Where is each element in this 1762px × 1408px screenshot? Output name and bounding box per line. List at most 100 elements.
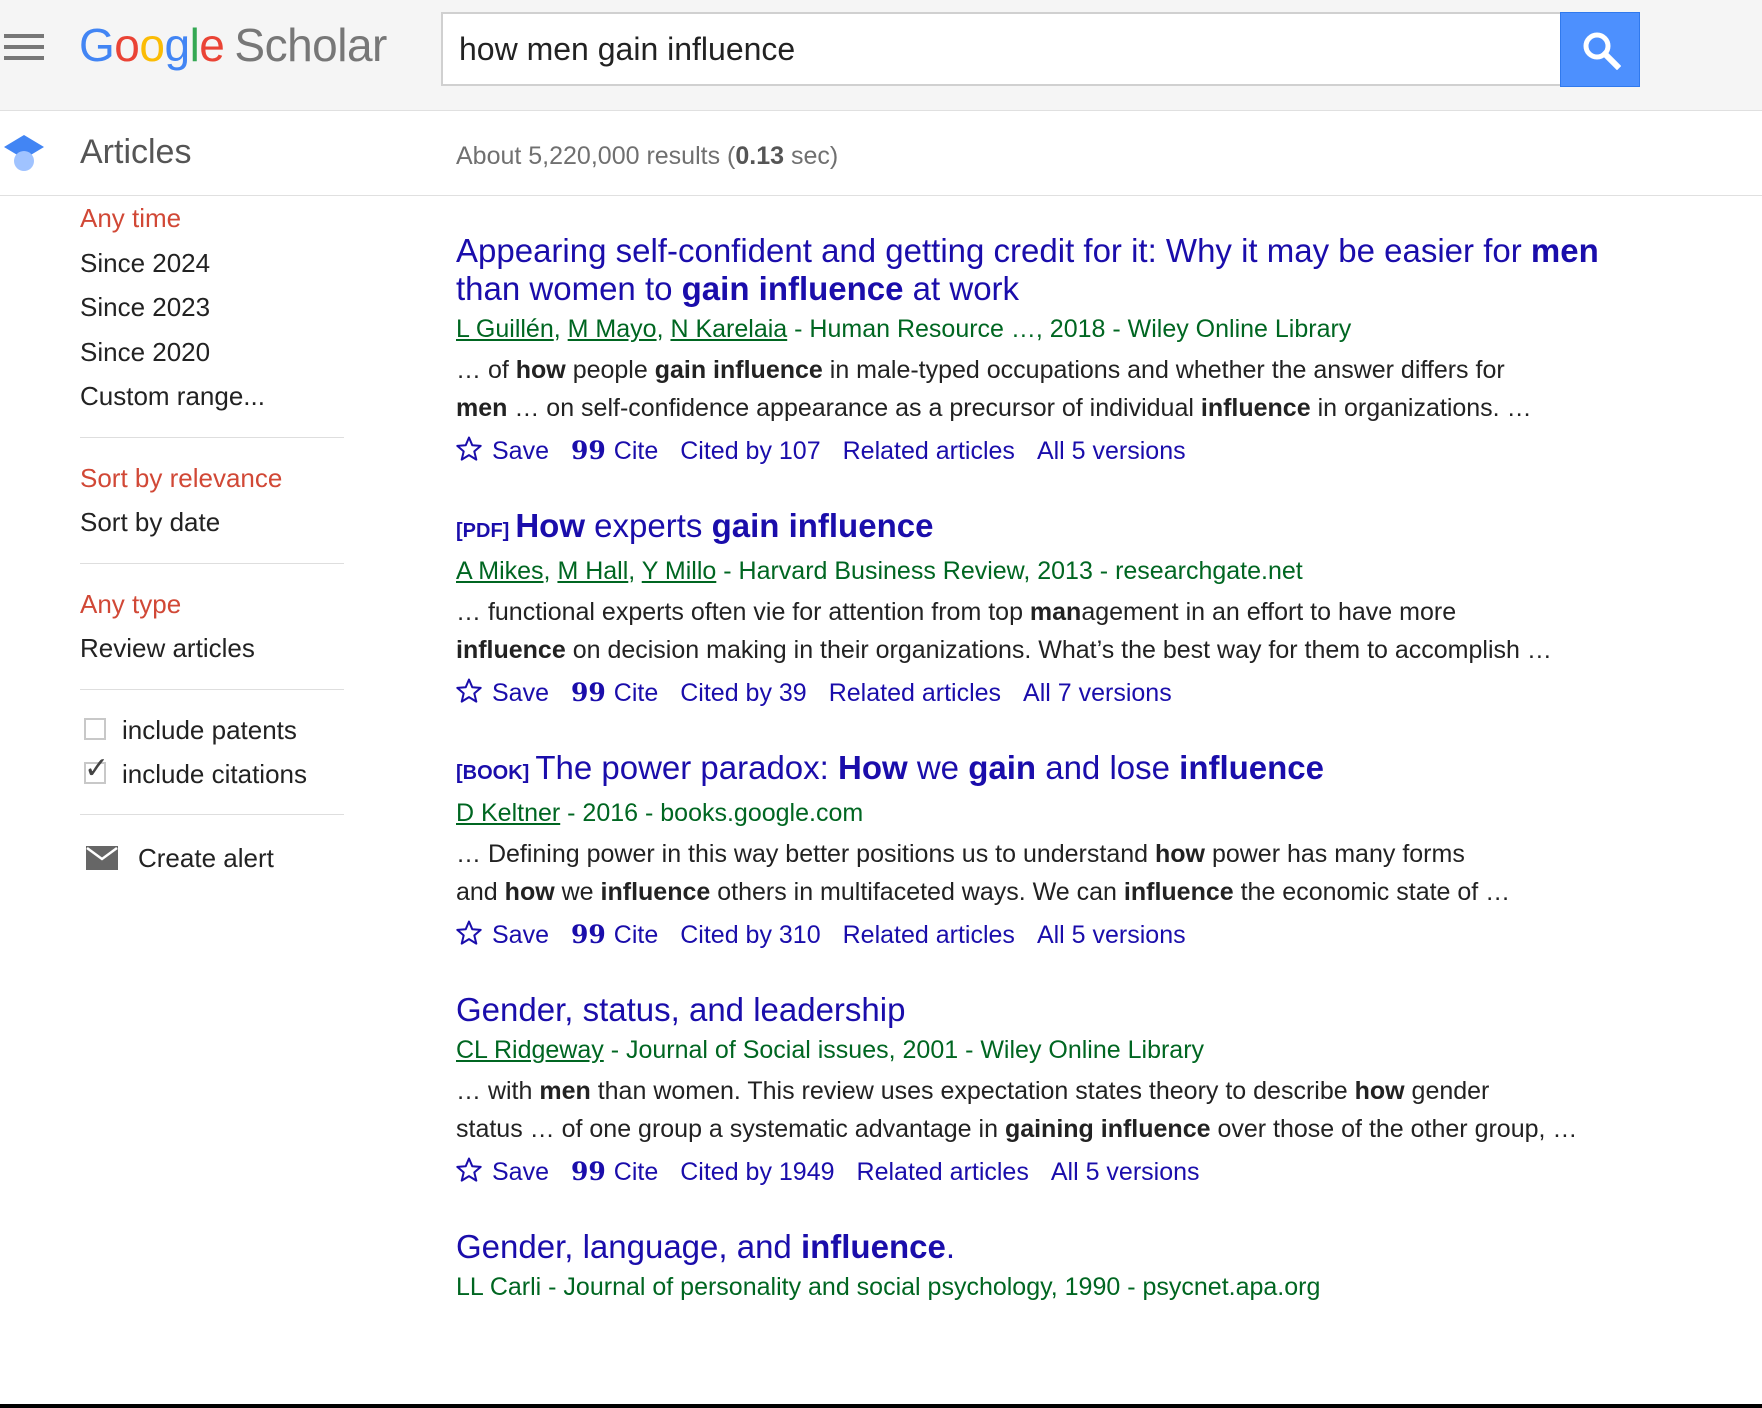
sort-by-relevance[interactable]: Sort by relevance — [80, 456, 344, 501]
save-label: Save — [492, 921, 549, 949]
filter-any-type[interactable]: Any type — [80, 582, 344, 627]
text-run: than women. This review uses expectation… — [590, 1077, 1355, 1105]
save-button[interactable]: Save — [456, 915, 549, 955]
highlighted-term: gain — [968, 749, 1037, 786]
cite-button[interactable]: 99 Cite — [571, 1152, 658, 1192]
cite-button[interactable]: 99 Cite — [571, 431, 658, 471]
highlighted-term: influence — [600, 878, 711, 906]
related-articles-link[interactable]: Related articles — [843, 915, 1015, 955]
result-title-link[interactable]: Gender, language, and influence. — [456, 1228, 1656, 1266]
filter-custom-range[interactable]: Custom range... — [80, 374, 344, 419]
filter-sidebar: Any time Since 2024 Since 2023 Since 202… — [80, 196, 344, 883]
text-run: power has many forms — [1205, 840, 1465, 868]
result-title-link[interactable]: Appearing self-confident and getting cre… — [456, 232, 1656, 308]
hamburger-menu-icon[interactable] — [4, 34, 44, 60]
text-run: Appearing self-confident and getting cre… — [456, 232, 1531, 269]
highlighted-term: gain influence — [681, 270, 904, 307]
text-run: Gender, language, and — [456, 1228, 801, 1265]
result-title-link[interactable]: Gender, status, and leadership — [456, 991, 1656, 1029]
cited-by-link[interactable]: Cited by 39 — [680, 673, 806, 713]
scholar-cap-icon — [4, 135, 44, 171]
window-bottom-edge — [0, 1404, 1762, 1408]
filter-any-time[interactable]: Any time — [80, 196, 344, 241]
cite-button[interactable]: 99 Cite — [571, 915, 658, 955]
result-meta: D Keltner - 2016 - books.google.com — [456, 794, 1656, 832]
result-snippet: … Defining power in this way better posi… — [456, 835, 1656, 911]
google-scholar-logo[interactable]: Google Scholar — [79, 18, 387, 72]
highlighted-term: how — [515, 356, 566, 384]
cite-label: Cite — [613, 437, 659, 465]
text-run: people — [565, 356, 655, 384]
result-title-link[interactable]: [BOOK] The power paradox: How we gain and… — [456, 749, 1656, 792]
text-run: … Defining power in this way better posi… — [456, 840, 1155, 868]
snippet-line: … Defining power in this way better posi… — [456, 835, 1656, 873]
text-run: . — [945, 1228, 955, 1265]
header-bar: Google Scholar — [0, 0, 1762, 111]
result-snippet: … functional experts often vie for atten… — [456, 593, 1656, 669]
result-item: [BOOK] The power paradox: How we gain and… — [456, 749, 1656, 955]
search-button[interactable] — [1560, 12, 1640, 87]
author-link[interactable]: M Mayo — [568, 315, 657, 343]
create-alert-link[interactable]: Create alert — [80, 833, 344, 883]
text-run: … on self-confidence appearance as a pre… — [507, 394, 1201, 422]
save-button[interactable]: Save — [456, 431, 549, 471]
related-articles-link[interactable]: Related articles — [857, 1152, 1029, 1192]
divider — [80, 436, 344, 438]
publication-info: - Journal of Social issues, 2001 - Wiley… — [603, 1036, 1205, 1064]
author-link[interactable]: D Keltner — [456, 799, 560, 827]
highlighted-term: how — [1155, 840, 1205, 868]
all-versions-link[interactable]: All 7 versions — [1023, 673, 1172, 713]
highlighted-term: How — [515, 507, 585, 544]
result-meta: CL Ridgeway - Journal of Social issues, … — [456, 1031, 1656, 1069]
result-item: [PDF] How experts gain influence A Mikes, … — [456, 507, 1656, 713]
author-link[interactable]: CL Ridgeway — [456, 1036, 604, 1064]
highlighted-term: gain influence — [654, 356, 823, 384]
author-link[interactable]: L Guillén — [456, 315, 554, 343]
cite-label: Cite — [613, 921, 659, 949]
quote-icon: 99 — [570, 678, 606, 707]
all-versions-link[interactable]: All 5 versions — [1037, 431, 1186, 471]
result-meta: A Mikes, M Hall, Y Millo - Harvard Busin… — [456, 557, 1303, 585]
save-label: Save — [492, 679, 549, 707]
cited-by-link[interactable]: Cited by 310 — [680, 915, 820, 955]
related-articles-link[interactable]: Related articles — [829, 673, 1001, 713]
quote-icon: 99 — [570, 1157, 606, 1186]
text-run: agement in an effort to have more — [1081, 598, 1457, 626]
cited-by-link[interactable]: Cited by 107 — [680, 431, 820, 471]
author-link[interactable]: M Hall — [557, 557, 628, 585]
result-title-link[interactable]: [PDF] How experts gain influence — [456, 507, 1656, 550]
save-label: Save — [492, 437, 549, 465]
result-meta: LL Carli - Journal of personality and so… — [456, 1268, 1656, 1306]
all-versions-link[interactable]: All 5 versions — [1037, 915, 1186, 955]
filter-since-2023[interactable]: Since 2023 — [80, 285, 344, 330]
text-run: … with — [456, 1077, 540, 1105]
quote-icon: 99 — [570, 920, 606, 949]
cite-button[interactable]: 99 Cite — [571, 673, 658, 713]
filter-since-2024[interactable]: Since 2024 — [80, 241, 344, 286]
text-run: than women to — [456, 270, 682, 307]
related-articles-link[interactable]: Related articles — [843, 431, 1015, 471]
text-run: in organizations. … — [1310, 394, 1532, 422]
author-link[interactable]: A Mikes — [456, 557, 544, 585]
snippet-line: … of how people gain influence in male-t… — [456, 351, 1656, 389]
save-button[interactable]: Save — [456, 1152, 549, 1192]
highlighted-term: men — [1530, 232, 1599, 269]
include-patents-checkbox[interactable]: include patents — [80, 708, 344, 752]
highlighted-term: men — [539, 1077, 591, 1105]
author-link[interactable]: N Karelaia — [670, 315, 787, 343]
author-link[interactable]: Y Millo — [642, 557, 717, 585]
filter-since-2020[interactable]: Since 2020 — [80, 330, 344, 375]
cited-by-link[interactable]: Cited by 1949 — [680, 1152, 834, 1192]
include-citations-checkbox[interactable]: ✓ include citations — [80, 752, 344, 796]
all-versions-link[interactable]: All 5 versions — [1051, 1152, 1200, 1192]
filter-review-articles[interactable]: Review articles — [80, 626, 344, 671]
sort-by-date[interactable]: Sort by date — [80, 500, 344, 545]
star-icon — [456, 678, 482, 703]
highlighted-term: influence — [800, 1228, 946, 1265]
cite-label: Cite — [613, 679, 659, 707]
search-input[interactable] — [441, 12, 1560, 86]
divider — [80, 813, 344, 815]
result-type-tag: [PDF] — [456, 520, 510, 542]
text-run: experts — [585, 507, 712, 544]
save-button[interactable]: Save — [456, 673, 549, 713]
